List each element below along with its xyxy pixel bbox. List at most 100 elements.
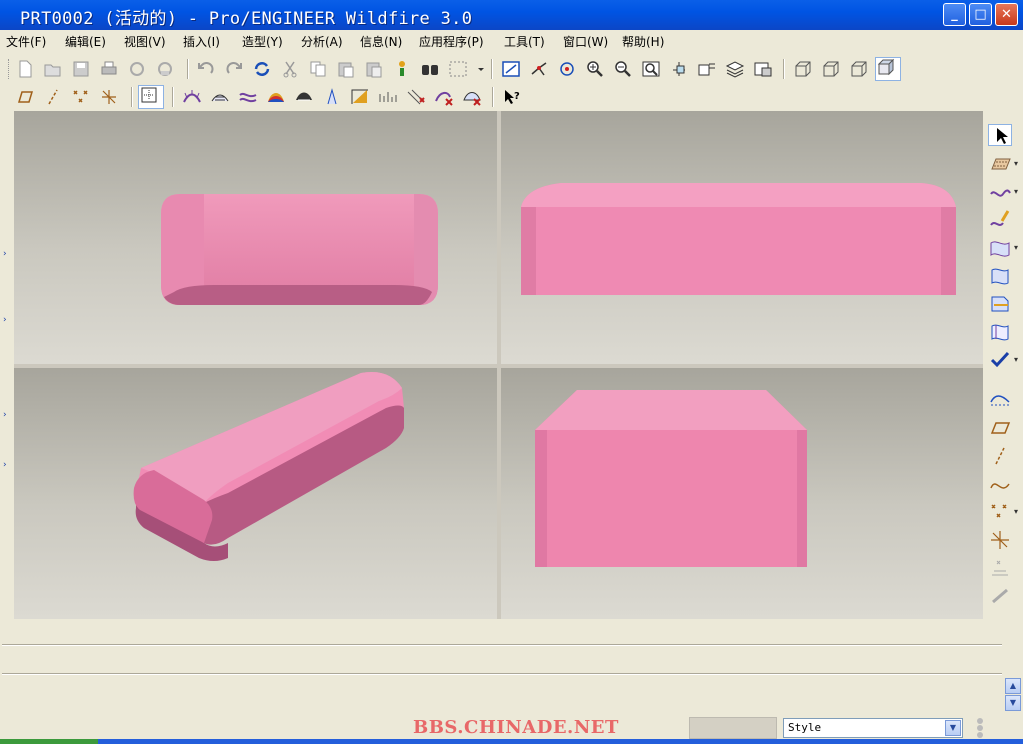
close-button[interactable]: ✕: [995, 3, 1018, 26]
menu-insert[interactable]: 插入(I): [183, 33, 220, 50]
dropdown-arrow-icon[interactable]: ▾: [1014, 187, 1018, 196]
link-icon[interactable]: [988, 585, 1012, 607]
offset-analysis-icon[interactable]: [238, 88, 258, 106]
hide-analysis-icon[interactable]: [434, 88, 454, 106]
taskbar-start-button[interactable]: [0, 739, 98, 744]
menu-info[interactable]: 信息(N): [360, 33, 402, 50]
save-icon[interactable]: [71, 60, 91, 78]
dihedral-analysis-icon[interactable]: [294, 88, 314, 106]
graphics-window[interactable]: [14, 111, 983, 619]
orient-icon[interactable]: [557, 60, 577, 78]
new-icon[interactable]: [15, 60, 35, 78]
datum-points-icon[interactable]: [71, 88, 91, 106]
surface-connect-icon[interactable]: [988, 321, 1012, 343]
open-icon[interactable]: [43, 60, 63, 78]
scroll-up-icon[interactable]: ▲: [1005, 678, 1021, 694]
viewport-isometric-view[interactable]: [14, 368, 497, 619]
saved-views-icon[interactable]: [697, 60, 717, 78]
chevron-down-icon[interactable]: ▼: [945, 720, 961, 736]
viewport-top-right-view[interactable]: [14, 111, 497, 364]
curve-analysis-icon[interactable]: [350, 88, 370, 106]
section-analysis-icon[interactable]: [210, 88, 230, 106]
coordinate-system-icon[interactable]: [988, 529, 1012, 551]
menu-window[interactable]: 窗口(W): [563, 33, 608, 50]
shading-icon[interactable]: [875, 57, 901, 81]
dropdown-arrow-icon[interactable]: ▾: [1014, 159, 1018, 168]
regenerate-icon[interactable]: [252, 60, 272, 78]
paste-special-icon[interactable]: [364, 60, 384, 78]
print-icon[interactable]: [99, 60, 119, 78]
slope-analysis-icon[interactable]: [322, 88, 342, 106]
whats-this-icon[interactable]: ?: [502, 88, 522, 106]
datum-point-icon[interactable]: [988, 501, 1012, 523]
menu-file[interactable]: 文件(F): [6, 33, 46, 50]
expand-arrow-icon[interactable]: ›: [3, 461, 11, 470]
no-hidden-icon[interactable]: [849, 60, 869, 78]
find-icon[interactable]: [420, 60, 440, 78]
maximize-button[interactable]: □: [969, 3, 992, 26]
part-model-side[interactable]: [501, 368, 983, 619]
repaint-icon[interactable]: [501, 60, 521, 78]
viewport-front-view[interactable]: [501, 111, 983, 364]
dropdown-arrow-icon[interactable]: ▾: [1014, 507, 1018, 516]
grid-icon[interactable]: [138, 85, 164, 109]
analysis-point-icon[interactable]: [988, 557, 1012, 579]
paste-icon[interactable]: [336, 60, 356, 78]
datum-planes-icon[interactable]: [15, 88, 35, 106]
menu-edit[interactable]: 编辑(E): [65, 33, 106, 50]
part-model-front[interactable]: [501, 111, 983, 364]
dropdown-arrow-icon[interactable]: ▾: [1014, 243, 1018, 252]
redo-icon[interactable]: [224, 60, 244, 78]
menu-view[interactable]: 视图(V): [124, 33, 166, 50]
send-mail-icon[interactable]: [127, 60, 147, 78]
refit-icon[interactable]: [641, 60, 661, 78]
reorient-icon[interactable]: [669, 60, 689, 78]
view-manager-icon[interactable]: [753, 60, 773, 78]
select-dropdown-icon[interactable]: [471, 60, 484, 78]
curve-icon[interactable]: [988, 181, 1012, 203]
zoom-out-icon[interactable]: [613, 60, 633, 78]
filter-select[interactable]: Style ▼: [783, 718, 963, 738]
plane-icon[interactable]: [988, 153, 1012, 175]
menu-applications[interactable]: 应用程序(P): [419, 33, 484, 50]
curve-edit-icon[interactable]: [988, 209, 1012, 231]
done-checkmark-icon[interactable]: [988, 349, 1012, 371]
copy-icon[interactable]: [308, 60, 328, 78]
menu-help[interactable]: 帮助(H): [622, 33, 664, 50]
sketch-curve-icon[interactable]: [988, 473, 1012, 495]
part-model-isometric[interactable]: [14, 368, 497, 619]
expand-arrow-icon[interactable]: ›: [3, 316, 11, 325]
menu-styling[interactable]: 造型(Y): [242, 33, 283, 50]
part-model-top-right[interactable]: [14, 111, 497, 364]
connection-analysis-icon[interactable]: [378, 88, 398, 106]
datum-csys-icon[interactable]: [99, 88, 119, 106]
curve-on-surface-icon[interactable]: [988, 389, 1012, 411]
reflection-analysis-icon[interactable]: [266, 88, 286, 106]
datum-axis-icon[interactable]: [988, 445, 1012, 467]
dropdown-arrow-icon[interactable]: ▾: [1014, 355, 1018, 364]
model-tree-icon[interactable]: [392, 60, 412, 78]
select-box-icon[interactable]: [448, 60, 468, 78]
model-tree-collapse-bar[interactable]: › › › ›: [0, 111, 14, 619]
minimize-button[interactable]: _: [943, 3, 966, 26]
send-mail-alt-icon[interactable]: [155, 60, 175, 78]
spin-center-icon[interactable]: [529, 60, 549, 78]
menu-analysis[interactable]: 分析(A): [301, 33, 343, 50]
trim-icon[interactable]: [988, 293, 1012, 315]
menu-tools[interactable]: 工具(T): [504, 33, 545, 50]
layers-icon[interactable]: [725, 60, 745, 78]
expand-arrow-icon[interactable]: ›: [3, 411, 11, 420]
hidden-line-icon[interactable]: [821, 60, 841, 78]
wireframe-icon[interactable]: [793, 60, 813, 78]
undo-icon[interactable]: [196, 60, 216, 78]
curvature-analysis-icon[interactable]: [182, 88, 202, 106]
analysis-manager-icon[interactable]: [462, 88, 482, 106]
surface-icon[interactable]: [988, 237, 1012, 259]
delete-analysis-icon[interactable]: [406, 88, 426, 106]
datum-axes-icon[interactable]: [43, 88, 63, 106]
scroll-down-icon[interactable]: ▼: [1005, 695, 1021, 711]
select-arrow-icon[interactable]: [988, 124, 1012, 146]
expand-arrow-icon[interactable]: ›: [3, 250, 11, 259]
zoom-in-icon[interactable]: [585, 60, 605, 78]
surface-edit-icon[interactable]: [988, 265, 1012, 287]
